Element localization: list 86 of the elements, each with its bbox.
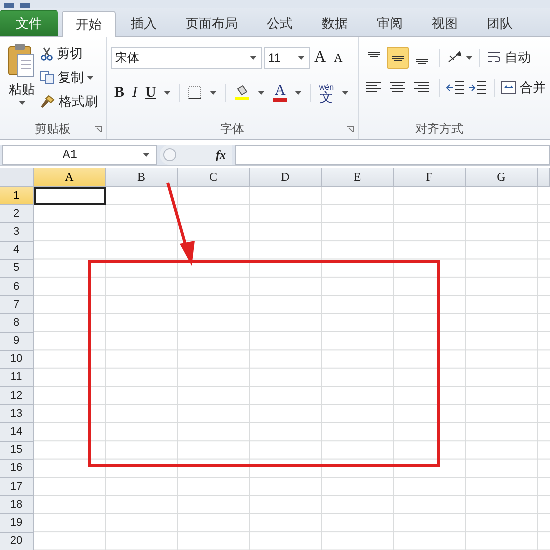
underline-button[interactable]: U	[146, 84, 156, 102]
row-header[interactable]: 5	[0, 260, 34, 278]
ribbon-tab[interactable]: 审阅	[363, 10, 417, 36]
caret-icon	[258, 91, 266, 95]
row-header[interactable]: 3	[0, 223, 34, 242]
decrease-indent-icon[interactable]	[446, 79, 466, 97]
clipboard-item[interactable]: 剪切	[40, 45, 98, 63]
group-label: 对齐方式	[416, 120, 464, 138]
clipboard-item[interactable]: 格式刷	[40, 93, 98, 111]
scissors-icon	[40, 47, 54, 61]
caret-icon	[295, 91, 302, 95]
column-header[interactable]: A	[34, 168, 106, 187]
active-cell[interactable]	[34, 187, 106, 206]
row-header[interactable]: 2	[0, 205, 34, 224]
grow-font-button[interactable]: A	[312, 49, 330, 67]
align-middle-icon	[392, 56, 404, 60]
ribbon-tab[interactable]: 团队	[473, 10, 527, 36]
merge-cells-button[interactable]: 合并	[501, 79, 546, 97]
row-header[interactable]: 15	[0, 442, 34, 460]
dialog-launcher-icon[interactable]	[94, 126, 102, 132]
align-top-icon	[368, 52, 380, 57]
row-header[interactable]: 8	[0, 314, 34, 332]
row-header[interactable]: 7	[0, 296, 34, 314]
row-header[interactable]: 18	[0, 496, 34, 514]
ribbon-tab[interactable]: 数据	[308, 10, 362, 36]
group-label: 剪贴板	[34, 120, 71, 138]
row-header[interactable]: 6	[0, 278, 34, 296]
font-color-button[interactable]: A	[273, 84, 288, 102]
caret-icon	[298, 56, 305, 60]
fill-color-icon[interactable]	[234, 85, 250, 101]
ribbon-tab[interactable]: 插入	[117, 10, 171, 36]
caret-icon	[143, 153, 150, 157]
column-header[interactable]: G	[466, 168, 538, 187]
row-header[interactable]: 9	[0, 332, 34, 351]
column-header[interactable]: C	[178, 168, 250, 187]
row-header[interactable]: 19	[0, 514, 34, 533]
insert-function-button[interactable]: fx	[216, 148, 226, 162]
caret-icon	[18, 101, 26, 105]
ribbon-tab[interactable]: 开始	[62, 11, 116, 37]
row-header[interactable]: 11	[0, 368, 34, 388]
name-box[interactable]: A1	[2, 145, 157, 165]
row-header[interactable]: 13	[0, 405, 34, 424]
caret-icon	[164, 91, 172, 95]
caret-icon	[87, 76, 94, 80]
phonetic-button[interactable]: wén 文	[319, 83, 334, 103]
cell-grid[interactable]	[34, 187, 550, 550]
dialog-launcher-icon[interactable]	[347, 126, 354, 132]
wrap-text-button[interactable]: 自动	[486, 49, 531, 67]
row-header[interactable]: 20	[0, 532, 34, 550]
group-label: 字体	[220, 120, 244, 138]
caret-icon	[210, 91, 218, 95]
column-header[interactable]: F	[394, 168, 466, 187]
increase-indent-icon[interactable]	[468, 79, 488, 97]
font-name-field[interactable]: 宋体	[110, 47, 262, 69]
shrink-font-button[interactable]: A	[331, 50, 346, 66]
middle-align-button[interactable]	[387, 47, 409, 69]
row-header[interactable]: 10	[0, 350, 34, 369]
merge-cells-icon	[501, 80, 517, 96]
row-header[interactable]: 16	[0, 460, 34, 478]
formula-input[interactable]	[235, 145, 550, 165]
caret-icon	[466, 56, 473, 60]
ribbon-tab[interactable]: 视图	[418, 10, 472, 36]
brush-icon	[40, 95, 56, 109]
italic-button[interactable]: I	[132, 84, 138, 102]
ribbon-tab[interactable]: 公式	[253, 10, 307, 36]
clipboard-icon	[7, 43, 37, 79]
row-header[interactable]: 4	[0, 242, 34, 260]
ribbon-tab[interactable]: 文件	[0, 10, 58, 36]
ribbon-tab[interactable]: 页面布局	[172, 10, 252, 36]
caret-icon	[250, 56, 257, 60]
column-header[interactable]: B	[106, 168, 178, 187]
row-header[interactable]: 12	[0, 387, 34, 406]
column-header[interactable]: E	[322, 168, 394, 187]
font-size-field[interactable]: 11	[264, 47, 310, 69]
paste-button[interactable]: 粘贴	[4, 41, 40, 119]
caret-icon	[342, 91, 350, 95]
bold-button[interactable]: B	[114, 84, 125, 102]
row-header[interactable]: 1	[0, 187, 34, 206]
clipboard-item[interactable]: 复制	[40, 69, 98, 87]
copy-icon	[40, 71, 55, 85]
row-header[interactable]: 17	[0, 478, 34, 496]
border-icon[interactable]	[188, 86, 202, 100]
row-header[interactable]: 14	[0, 423, 34, 442]
column-header[interactable]: D	[250, 168, 322, 187]
resize-handle-icon[interactable]	[163, 148, 177, 162]
align-bottom-icon	[416, 59, 428, 64]
